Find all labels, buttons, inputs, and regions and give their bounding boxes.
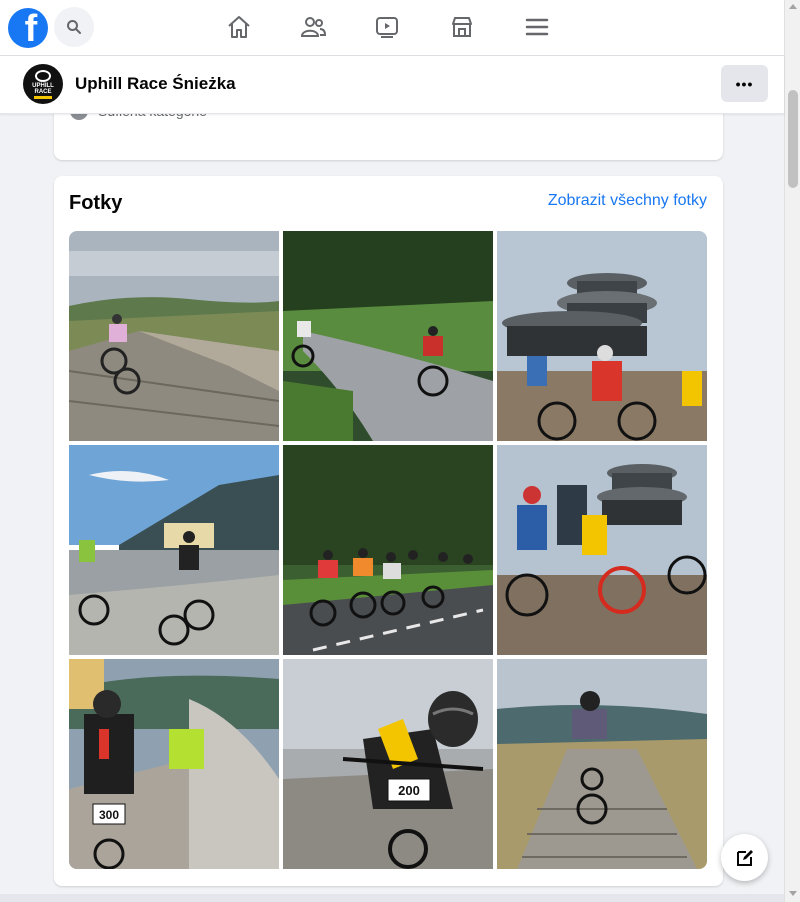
avatar-text-2: RACE <box>34 88 52 95</box>
photo-thumbnail[interactable] <box>283 231 493 441</box>
top-navigation: f <box>0 0 784 56</box>
facebook-logo-letter: f <box>24 8 38 48</box>
bottom-divider <box>0 894 784 902</box>
facebook-logo[interactable]: f <box>8 8 48 48</box>
menu-icon <box>525 18 549 36</box>
photo-thumbnail[interactable]: 300 <box>69 659 279 869</box>
watch-icon <box>376 17 398 38</box>
home-icon <box>228 16 250 38</box>
more-options-button[interactable]: ••• <box>721 65 768 102</box>
home-tab[interactable] <box>224 12 254 42</box>
scroll-thumb[interactable] <box>788 90 798 188</box>
menu-tab[interactable] <box>522 12 552 42</box>
photo-thumbnail[interactable] <box>69 231 279 441</box>
photo-bib-number: 300 <box>99 808 119 822</box>
vertical-scrollbar[interactable] <box>784 0 800 902</box>
avatar-yellow-bar <box>34 95 52 99</box>
see-all-photos-link[interactable]: Zobrazit všechny fotky <box>548 192 707 210</box>
photo-thumbnail[interactable] <box>69 445 279 655</box>
photos-card: Fotky Zobrazit všechny fotky 300 200 <box>54 176 723 886</box>
page-avatar[interactable]: UPHILL RACE <box>23 64 63 104</box>
friends-tab[interactable] <box>298 12 328 42</box>
photo-thumbnail[interactable]: 200 <box>283 659 493 869</box>
watch-tab[interactable] <box>372 12 402 42</box>
photo-thumbnail[interactable] <box>497 445 707 655</box>
search-icon <box>67 20 81 34</box>
photo-thumbnail[interactable] <box>497 659 707 869</box>
friends-icon <box>300 17 327 37</box>
photo-thumbnail[interactable] <box>283 445 493 655</box>
search-button[interactable] <box>54 7 94 47</box>
avatar-logo-ring <box>35 69 51 82</box>
page-title[interactable]: Uphill Race Śnieżka <box>75 74 236 94</box>
scroll-up-arrow-icon[interactable] <box>789 4 797 9</box>
compose-icon <box>736 849 753 866</box>
compose-message-button[interactable] <box>721 834 768 881</box>
photo-thumbnail[interactable] <box>497 231 707 441</box>
marketplace-icon <box>452 17 472 37</box>
marketplace-tab[interactable] <box>447 12 477 42</box>
page-header-bar: UPHILL RACE Uphill Race Śnieżka ••• <box>0 56 784 114</box>
photo-bib-number: 200 <box>398 783 420 798</box>
scroll-down-arrow-icon[interactable] <box>789 891 797 896</box>
photo-grid: 300 200 <box>69 231 707 869</box>
photos-title: Fotky <box>69 192 123 214</box>
